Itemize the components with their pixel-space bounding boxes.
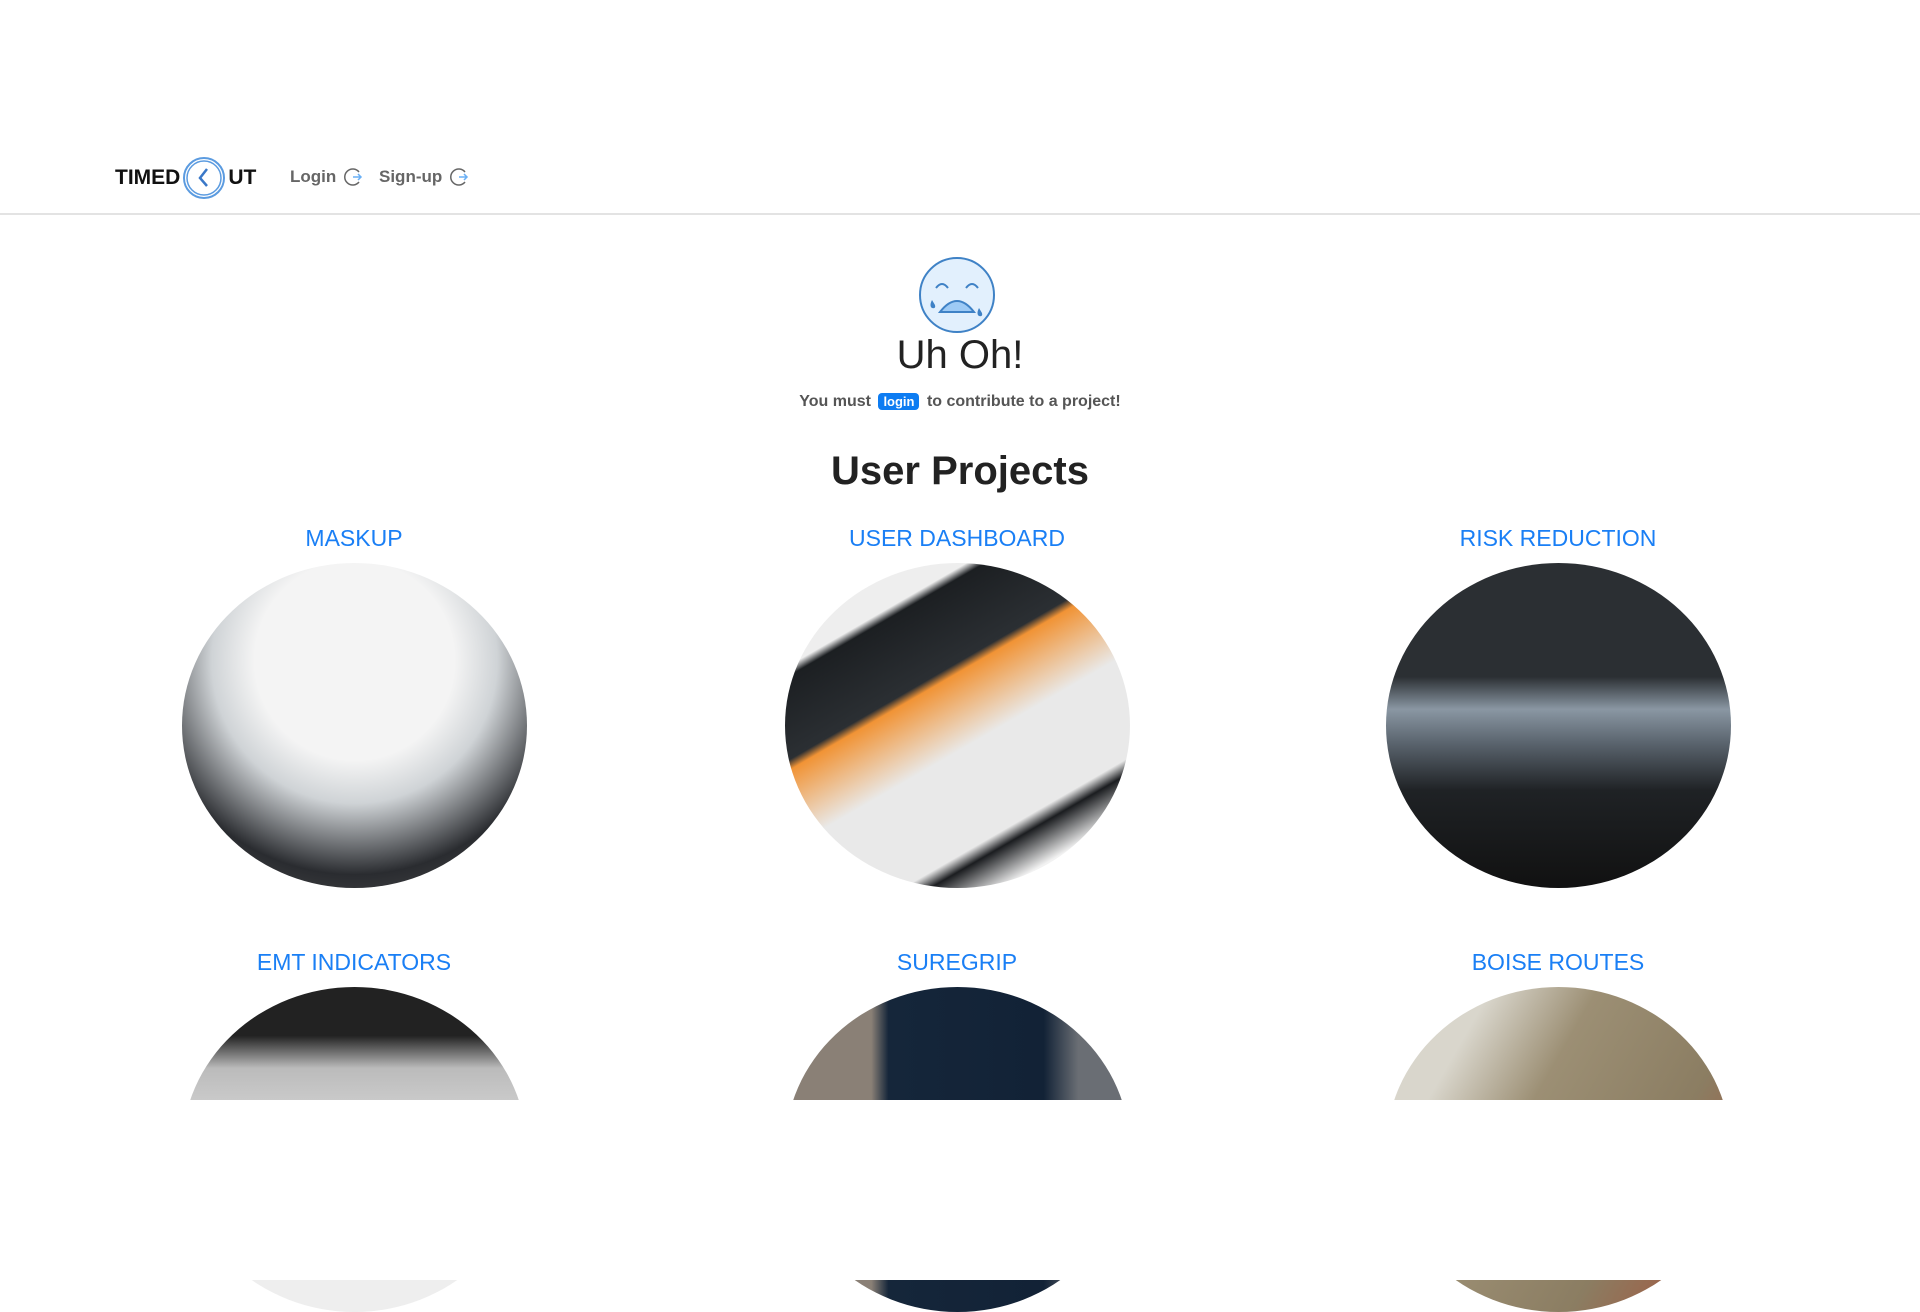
project-card[interactable]: RISK REDUCTION	[1308, 525, 1808, 888]
project-title[interactable]: BOISE ROUTES	[1308, 949, 1808, 976]
signup-label: Sign-up	[379, 167, 443, 186]
page-bottom	[0, 1100, 1920, 1280]
project-image[interactable]	[1385, 563, 1731, 888]
refresh-arrow-icon	[450, 168, 469, 186]
message-text: to contribute to a project!	[926, 393, 1121, 410]
project-image[interactable]	[784, 563, 1130, 888]
project-card[interactable]: USER DASHBOARD	[707, 525, 1207, 888]
crying-face-icon	[919, 257, 995, 333]
project-title[interactable]: MASKUP	[104, 525, 604, 552]
login-label: Login	[290, 167, 337, 186]
navbar: TIMED UT Login Sign-up	[0, 0, 1920, 215]
section-heading: User Projects	[831, 449, 1089, 493]
project-card[interactable]: MASKUP	[104, 525, 604, 888]
project-image[interactable]	[181, 563, 527, 888]
project-title[interactable]: USER DASHBOARD	[707, 525, 1207, 552]
message-text: You must	[799, 393, 871, 410]
project-title[interactable]: RISK REDUCTION	[1308, 525, 1808, 552]
refresh-arrow-icon	[344, 168, 363, 186]
project-title[interactable]: SUREGRIP	[707, 949, 1207, 976]
logo-text-right: UT	[228, 166, 257, 189]
logo[interactable]: TIMED UT	[115, 156, 256, 200]
logo-text-left: TIMED	[115, 166, 181, 189]
login-link[interactable]: Login	[290, 166, 364, 188]
signup-link[interactable]: Sign-up	[379, 166, 470, 188]
login-required-message: You must login to contribute to a projec…	[0, 393, 1920, 411]
project-title[interactable]: EMT INDICATORS	[104, 949, 604, 976]
login-badge[interactable]: login	[878, 393, 920, 410]
error-title: Uh Oh!	[896, 333, 1024, 377]
clock-icon	[183, 157, 226, 199]
